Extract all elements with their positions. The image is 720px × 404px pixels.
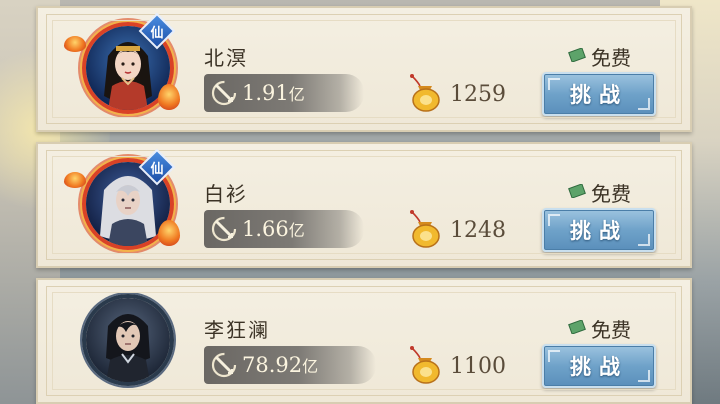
power-value: 1.66 — [242, 217, 289, 241]
crossed-sword-icon — [211, 352, 237, 378]
opponent-card: 李狂澜 78.92亿 1100 免费 挑战 — [36, 278, 692, 404]
player-name: 白衫 — [204, 182, 248, 206]
power-unit: 亿 — [288, 221, 305, 240]
score-value: 1100 — [450, 354, 506, 379]
gold-purse-icon — [410, 210, 440, 248]
jade-ticket-icon — [568, 48, 586, 62]
flame-decoration — [64, 36, 86, 52]
opponent-card: 仙 北溟 1.91亿 1259 免费 挑战 — [36, 6, 692, 132]
xian-badge-icon: 仙 — [138, 12, 176, 50]
jade-ticket-icon — [568, 184, 586, 198]
opponent-list: 仙 北溟 1.91亿 1259 免费 挑战 仙 白衫 1.66亿 1248 免费… — [36, 0, 692, 404]
free-label: 免费 — [591, 46, 631, 70]
flame-decoration — [158, 220, 180, 246]
opponent-card: 仙 白衫 1.66亿 1248 免费 挑战 — [36, 142, 692, 268]
score-value: 1248 — [450, 218, 506, 243]
power-value: 78.92 — [242, 353, 303, 377]
flame-decoration — [158, 84, 180, 110]
crossed-sword-icon — [211, 80, 237, 106]
free-label: 免费 — [591, 182, 631, 206]
score-value: 1259 — [450, 82, 506, 107]
gold-purse-icon — [410, 74, 440, 112]
power-unit: 亿 — [288, 85, 305, 104]
power-bar: 78.92亿 — [204, 346, 376, 384]
power-bar: 1.66亿 — [204, 210, 364, 248]
challenge-button[interactable]: 挑战 — [542, 72, 656, 116]
xian-badge-icon: 仙 — [138, 148, 176, 186]
avatar[interactable] — [82, 294, 174, 386]
free-label: 免费 — [591, 318, 631, 342]
gold-purse-icon — [410, 346, 440, 384]
power-unit: 亿 — [302, 357, 319, 376]
challenge-button[interactable]: 挑战 — [542, 344, 656, 388]
challenge-button[interactable]: 挑战 — [542, 208, 656, 252]
player-name: 李狂澜 — [204, 318, 270, 342]
power-bar: 1.91亿 — [204, 74, 364, 112]
crossed-sword-icon — [211, 216, 237, 242]
player-name: 北溟 — [204, 46, 248, 70]
jade-ticket-icon — [568, 320, 586, 334]
flame-decoration — [64, 172, 86, 188]
power-value: 1.91 — [242, 81, 289, 105]
